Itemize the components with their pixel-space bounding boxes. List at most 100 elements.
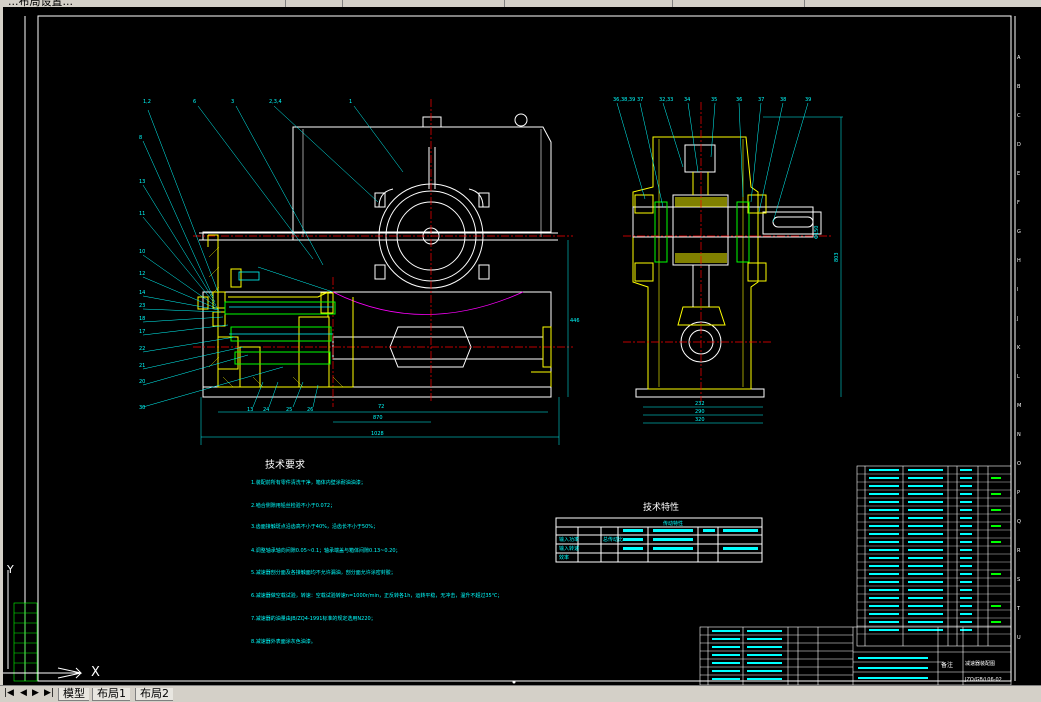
svg-text:14: 14 <box>139 290 145 296</box>
svg-text:L: L <box>1017 374 1020 380</box>
svg-text:Q: Q <box>1017 519 1021 525</box>
title-block-code: JZQ/GB/L06-02 <box>964 677 1002 683</box>
svg-text:O: O <box>1017 461 1021 467</box>
title-block-name: 减速器装配图 <box>965 660 995 667</box>
technical-requirements: 技术要求 1.装配前所有零件清洗干净，箱体内壁涂耐油油漆； 2.啮合侧隙用铅丝检… <box>251 458 502 645</box>
tech-req-line: 5.减速器剖分面及各接触面均不允许漏油，剖分面允许涂密封胶； <box>251 569 396 576</box>
svg-text:21: 21 <box>139 363 145 369</box>
tech-req-line: 8.减速器外表面涂灰色油漆。 <box>251 638 316 645</box>
svg-text:6: 6 <box>193 99 196 105</box>
front-view: 1,2 6 3 2,3,4 1 81311 101214 231817 222120 … <box>139 99 580 445</box>
tab-layout2[interactable]: 布局2 <box>135 688 173 701</box>
svg-text:13: 13 <box>139 179 145 185</box>
svg-text:39: 39 <box>805 97 811 103</box>
tech-req-line: 6.减速器做空载试验，转速：空载试验转速n=1000r/min，正反转各1h，运… <box>251 592 502 599</box>
svg-text:10: 10 <box>139 249 145 255</box>
svg-text:F: F <box>1017 200 1020 206</box>
svg-text:2,3,4: 2,3,4 <box>269 99 282 105</box>
svg-text:32,33: 32,33 <box>659 97 673 103</box>
svg-text:38: 38 <box>780 97 786 103</box>
svg-text:T: T <box>1016 606 1021 612</box>
tech-req-line: 2.啮合侧隙用铅丝检验不小于0.072； <box>251 502 335 509</box>
tech-spec-header: 传动特性 <box>663 520 683 527</box>
svg-text:1: 1 <box>349 99 352 105</box>
title-block-labels: 备注 减速器装配图 JZQ/GB/L06-02 <box>941 660 1002 683</box>
dim-center: 72 <box>378 404 384 410</box>
svg-text:20: 20 <box>139 379 145 385</box>
svg-text:B: B <box>1017 84 1021 90</box>
tech-spec-row: 输入转速 <box>559 545 579 552</box>
svg-text:34: 34 <box>684 97 690 103</box>
svg-text:22: 22 <box>139 346 145 352</box>
dim-width-1: 232 <box>695 401 705 407</box>
ucs-y-label: Y <box>6 563 14 576</box>
tech-spec-title: 技术特性 <box>643 501 679 513</box>
svg-text:3: 3 <box>231 99 234 105</box>
tech-req-title: 技术要求 <box>265 458 305 471</box>
svg-text:P: P <box>1017 490 1020 496</box>
svg-text:17: 17 <box>139 329 145 335</box>
tech-req-line: 7.减速器的油量由JB/ZQ4-1991标准的规定选用N220； <box>251 615 376 622</box>
toolbar-segment[interactable] <box>344 0 505 7</box>
ucs-icon <box>3 570 83 679</box>
svg-text:23: 23 <box>139 303 145 309</box>
toolbar-segment[interactable] <box>674 0 805 7</box>
tab-nav-prev-icon[interactable]: ◀ <box>20 688 27 698</box>
dim-width-2: 290 <box>695 409 705 415</box>
svg-text:37: 37 <box>758 97 764 103</box>
svg-text:J: J <box>1016 316 1018 322</box>
drawing-canvas[interactable]: ABC DEF GHI JKL MNO PQR STU 1,2 6 3 2,3,… <box>3 7 1041 685</box>
tech-req-line: 3.齿面接触斑点沿齿高不小于40%，沿齿长不小于50%； <box>251 523 378 530</box>
svg-text:37: 37 <box>637 97 643 103</box>
svg-text:H: H <box>1017 258 1021 264</box>
svg-text:N: N <box>1017 432 1021 438</box>
toolbar-segment[interactable]: ...布局设置... <box>0 0 286 7</box>
svg-text:I: I <box>1017 287 1018 293</box>
svg-text:A: A <box>1017 55 1021 61</box>
tech-spec-row: 总传动比 <box>603 536 623 543</box>
title-block-text <box>712 630 928 680</box>
tab-layout1[interactable]: 布局1 <box>92 688 130 701</box>
svg-text:11: 11 <box>139 211 145 217</box>
cursor-dot <box>512 680 516 684</box>
dim-height: 446 <box>570 318 580 324</box>
technical-specs-table: 技术特性 传动特性 输入功率 输入转速 效率 总传动比 <box>555 501 763 563</box>
toolbar-segment[interactable] <box>806 0 1041 7</box>
svg-text:18: 18 <box>139 316 145 322</box>
tab-nav-next-icon[interactable]: ▶ <box>32 688 39 698</box>
parts-list-text <box>869 469 972 631</box>
svg-text:36: 36 <box>736 97 742 103</box>
tech-spec-row: 效率 <box>559 554 569 561</box>
svg-text:K: K <box>1017 345 1021 351</box>
svg-text:12: 12 <box>139 271 145 277</box>
svg-text:30: 30 <box>139 405 145 411</box>
dim-width-3: 320 <box>695 417 705 423</box>
border-zone-letters: A B C D E F G H I J K L M N O P Q R S T U <box>1016 55 1021 641</box>
toolbar-icon-group[interactable] <box>287 0 343 7</box>
svg-text:E: E <box>1017 171 1020 177</box>
layout-tab-bar: |◀ ◀ ▶ ▶| 模型 布局1 布局2 <box>0 685 1041 702</box>
svg-text:1,2: 1,2 <box>143 99 151 105</box>
tab-nav-last-icon[interactable]: ▶| <box>44 688 54 698</box>
side-view: 36,38,39 37 32,33 34 35 36 37 38 39 232 290 32… <box>613 97 843 424</box>
toolbar-segment[interactable] <box>506 0 673 7</box>
tech-req-line: 4.调整轴承轴向间隙0.05~0.1；轴承端盖与箱体间隙0.13~0.20； <box>251 547 401 554</box>
svg-text:8: 8 <box>139 135 142 141</box>
svg-text:U: U <box>1017 635 1021 641</box>
svg-text:D: D <box>1017 142 1021 148</box>
svg-text:R: R <box>1017 548 1021 554</box>
svg-text:S: S <box>1017 577 1020 583</box>
svg-text:C: C <box>1017 113 1021 119</box>
cad-drawing: ABC DEF GHI JKL MNO PQR STU 1,2 6 3 2,3,… <box>3 15 1021 685</box>
dim-side-height: 803 <box>834 252 840 262</box>
tech-spec-row: 输入功率 <box>559 536 579 543</box>
svg-text:G: G <box>1017 229 1021 235</box>
tab-nav-first-icon[interactable]: |◀ <box>4 688 14 698</box>
title-block-parts-header: 备注 <box>941 661 953 669</box>
svg-text:35: 35 <box>711 97 717 103</box>
tab-model[interactable]: 模型 <box>58 688 89 701</box>
tech-req-line: 1.装配前所有零件清洗干净，箱体内壁涂耐油油漆； <box>251 479 366 486</box>
dim-shaft-span: 870 <box>373 415 383 421</box>
dim-shaft-dia: Φ150 <box>814 226 820 239</box>
parts-list-rows <box>857 473 1011 635</box>
